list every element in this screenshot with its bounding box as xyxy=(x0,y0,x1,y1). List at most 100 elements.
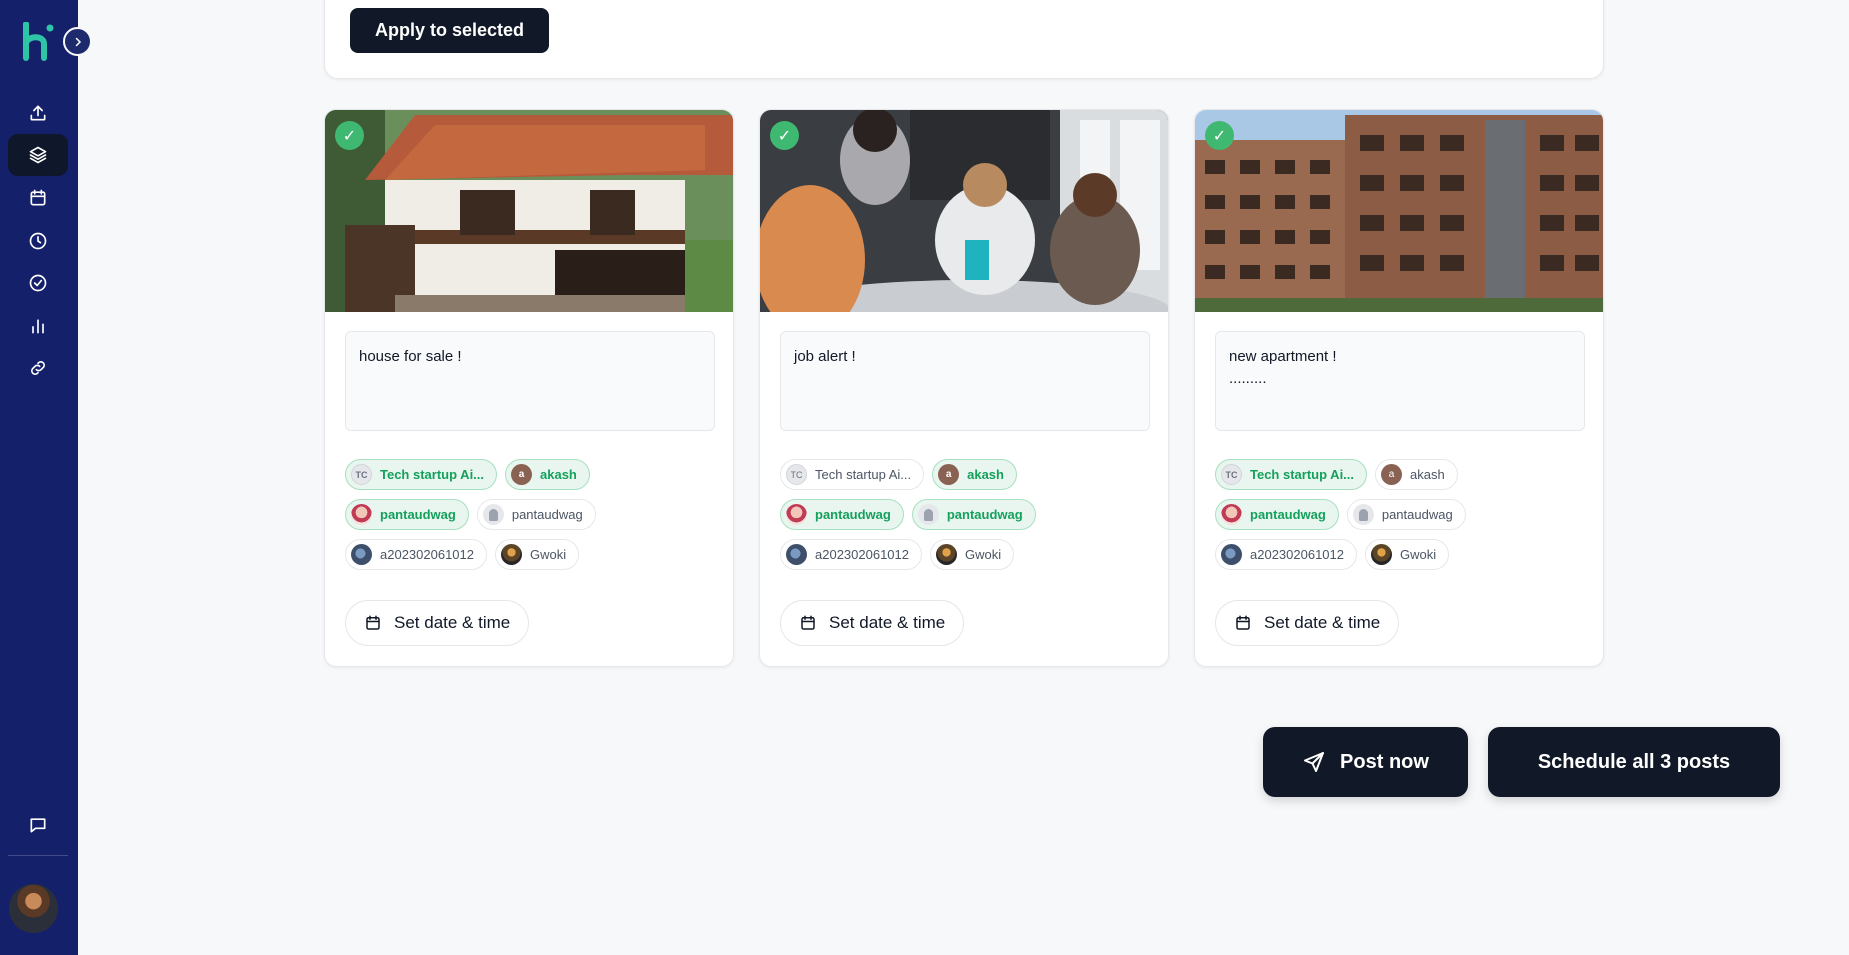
post-now-button[interactable]: Post now xyxy=(1263,727,1468,797)
account-chip-tech-startup[interactable]: TC Tech startup Ai... xyxy=(780,459,925,490)
calendar-icon xyxy=(801,615,815,630)
account-label: pantaudwag xyxy=(511,507,583,522)
account-label: pantaudwag xyxy=(1250,507,1326,522)
account-chip-a202302061012[interactable]: a202302061012 xyxy=(1215,539,1357,570)
user-avatar[interactable] xyxy=(9,884,58,933)
set-date-time-button[interactable]: Set date & time xyxy=(345,600,529,646)
account-label: Gwoki xyxy=(530,547,567,562)
account-avatar: TC xyxy=(351,464,372,485)
person-icon xyxy=(482,504,504,525)
account-chip-akash[interactable]: a akash xyxy=(505,459,590,490)
person-icon xyxy=(917,504,939,525)
account-label: Gwoki xyxy=(965,547,1002,562)
account-avatar xyxy=(351,504,372,525)
set-date-time-label: Set date & time xyxy=(1264,613,1381,632)
post-image-office: ✓ xyxy=(760,110,1168,312)
post-card-2[interactable]: ✓ job alert ! TC Tech startup Ai... a akas… xyxy=(759,109,1169,667)
account-chip-akash[interactable]: a akash xyxy=(932,459,1017,490)
apply-to-selected-button[interactable]: Apply to selected xyxy=(350,8,549,53)
account-label: a202302061012 xyxy=(815,547,909,562)
post-image-apartment: ✓ xyxy=(1195,110,1603,312)
sidebar-item-published[interactable] xyxy=(8,262,68,304)
clock-icon xyxy=(29,232,47,250)
sidebar-item-posts[interactable] xyxy=(8,134,68,176)
sidebar-divider xyxy=(8,855,68,856)
account-chip-pantaudwag-2[interactable]: pantaudwag xyxy=(1346,499,1466,530)
layers-icon xyxy=(29,146,47,164)
account-chip-pantaudwag[interactable]: pantaudwag xyxy=(780,499,904,530)
message-icon xyxy=(30,818,46,833)
account-avatar: a xyxy=(1381,464,1403,485)
account-chip-pantaudwag[interactable]: pantaudwag xyxy=(1215,499,1339,530)
account-avatar xyxy=(786,504,807,525)
account-label: Gwoki xyxy=(1400,547,1437,562)
account-avatar xyxy=(1221,544,1242,565)
account-avatar xyxy=(501,544,522,565)
post-caption-input[interactable]: job alert ! xyxy=(780,331,1150,431)
post-caption-input[interactable]: new apartment ! ......... xyxy=(1215,331,1585,431)
account-avatar: TC xyxy=(1221,464,1242,485)
account-chip-gwoki[interactable]: Gwoki xyxy=(1365,539,1450,570)
account-label: Tech startup Ai... xyxy=(380,467,485,482)
post-caption-input[interactable]: house for sale ! xyxy=(345,331,715,431)
calendar-icon xyxy=(1236,615,1250,630)
post-card-1[interactable]: ✓ house for sale ! TC Tech startup Ai... … xyxy=(324,109,734,667)
account-label: pantaudwag xyxy=(1381,507,1453,522)
account-avatar xyxy=(1221,504,1242,525)
schedule-all-button[interactable]: Schedule all 3 posts xyxy=(1488,727,1780,797)
set-date-time-label: Set date & time xyxy=(829,613,946,632)
account-label: akash xyxy=(1410,467,1445,482)
account-avatar xyxy=(786,544,807,565)
account-chip-a202302061012[interactable]: a202302061012 xyxy=(780,539,922,570)
app-logo[interactable] xyxy=(22,22,54,62)
sidebar-item-links[interactable] xyxy=(8,347,68,389)
account-chip-tech-startup[interactable]: TC Tech startup Ai... xyxy=(345,459,498,490)
account-avatar xyxy=(1371,544,1392,565)
account-label: Tech startup Ai... xyxy=(815,467,912,482)
set-date-time-label: Set date & time xyxy=(394,613,511,632)
account-label: akash xyxy=(540,467,577,482)
selected-check-icon[interactable]: ✓ xyxy=(1205,121,1234,150)
account-label: a202302061012 xyxy=(380,547,474,562)
account-chip-pantaudwag-2[interactable]: pantaudwag xyxy=(911,499,1036,530)
account-label: Tech startup Ai... xyxy=(1250,467,1355,482)
upload-icon xyxy=(30,105,46,121)
account-avatar: a xyxy=(511,464,533,485)
sidebar xyxy=(0,0,78,955)
account-tags: TC Tech startup Ai... a akash pantaudwag p… xyxy=(345,459,725,579)
account-chip-tech-startup[interactable]: TC Tech startup Ai... xyxy=(1215,459,1368,490)
check-circle-icon xyxy=(29,274,47,292)
sidebar-item-history[interactable] xyxy=(8,220,68,262)
account-avatar xyxy=(351,544,372,565)
set-date-time-button[interactable]: Set date & time xyxy=(780,600,964,646)
sidebar-item-analytics[interactable] xyxy=(8,305,68,347)
sidebar-item-calendar[interactable] xyxy=(8,177,68,219)
account-chip-pantaudwag[interactable]: pantaudwag xyxy=(345,499,469,530)
selected-check-icon[interactable]: ✓ xyxy=(770,121,799,150)
account-chip-pantaudwag-2[interactable]: pantaudwag xyxy=(476,499,596,530)
account-avatar: a xyxy=(938,464,960,485)
account-label: pantaudwag xyxy=(815,507,891,522)
set-date-time-button[interactable]: Set date & time xyxy=(1215,600,1399,646)
sidebar-expand-button[interactable] xyxy=(63,27,92,56)
bar-chart-icon xyxy=(32,319,44,334)
selected-check-icon[interactable]: ✓ xyxy=(335,121,364,150)
sidebar-item-upload[interactable] xyxy=(8,92,68,134)
account-tags: TC Tech startup Ai... a akash pantaudwag p… xyxy=(1215,459,1595,579)
account-chip-akash[interactable]: a akash xyxy=(1375,459,1458,490)
send-icon xyxy=(1304,752,1325,772)
account-chip-a202302061012[interactable]: a202302061012 xyxy=(345,539,487,570)
person-icon xyxy=(1352,504,1374,525)
account-chip-gwoki[interactable]: Gwoki xyxy=(495,539,580,570)
chevron-right-icon xyxy=(75,37,81,46)
post-image-house: ✓ xyxy=(325,110,733,312)
post-card-3[interactable]: ✓ new apartment ! ......... TC Tech start… xyxy=(1194,109,1604,667)
account-avatar: TC xyxy=(786,464,807,485)
account-avatar xyxy=(936,544,957,565)
account-chip-gwoki[interactable]: Gwoki xyxy=(930,539,1015,570)
account-label: pantaudwag xyxy=(946,507,1023,522)
account-label: a202302061012 xyxy=(1250,547,1344,562)
calendar-icon xyxy=(366,615,380,630)
calendar-icon xyxy=(30,189,46,206)
sidebar-item-messages[interactable] xyxy=(8,804,68,846)
